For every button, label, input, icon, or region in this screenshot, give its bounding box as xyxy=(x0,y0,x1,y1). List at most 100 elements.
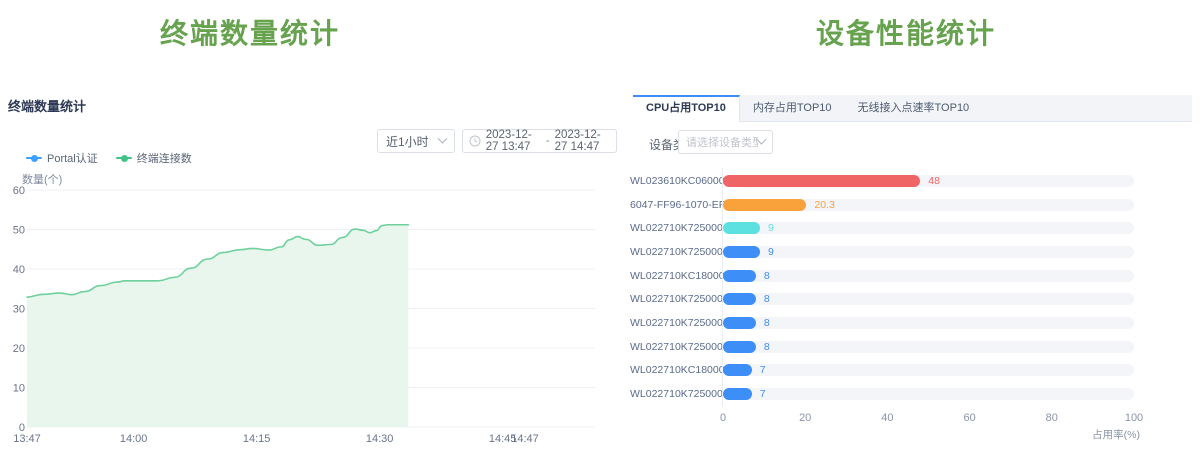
bar-track: 9 xyxy=(723,246,1134,258)
bar xyxy=(723,341,756,353)
terminal-stats-title: 终端数量统计 xyxy=(0,12,500,52)
bar-track: 7 xyxy=(723,388,1134,400)
bar-row: WL022710K725000307 8 xyxy=(630,311,1192,335)
terminal-card-title: 终端数量统计 xyxy=(8,96,86,115)
y-tick-label: 10 xyxy=(13,383,25,395)
bar-row: WL022710K725000369 8 xyxy=(630,335,1192,359)
bar xyxy=(723,364,752,376)
bar-track: 20.3 xyxy=(723,199,1134,211)
bar-row: WL022710K725000470 7 xyxy=(630,382,1192,406)
device-perf-title: 设备性能统计 xyxy=(632,12,1180,52)
x-tick-label: 100 xyxy=(1125,412,1143,424)
legend-item-Portal认证[interactable]: Portal认证 xyxy=(26,150,98,166)
bar-category-label: 6047-FF96-1070-EF0A xyxy=(630,199,718,211)
bar-value-label: 7 xyxy=(760,364,766,376)
x-axis-title: 占用率(%) xyxy=(1080,427,1140,442)
bar-track: 8 xyxy=(723,293,1134,305)
terminal-count-area-chart: 010203040506013:4714:0014:1514:3014:4514… xyxy=(0,180,600,456)
bar-chart-x-ticks: 0 20 40 60 80 100 xyxy=(630,412,1192,426)
chevron-down-icon xyxy=(757,134,767,144)
bar-category-label: WL022710K725000102 xyxy=(630,222,718,234)
bar-chart-axis-line xyxy=(722,168,723,407)
date-separator: - xyxy=(546,135,550,147)
cpu-top10-bar-chart: WL023610KC06000043 48 6047-FF96-1070-EF0A 2… xyxy=(630,169,1192,406)
bar xyxy=(723,388,752,400)
y-tick-label: 40 xyxy=(13,264,25,276)
date-range-picker[interactable]: 2023-12-27 13:47 - 2023-12-27 14:47 xyxy=(462,129,617,153)
legend-label: 终端连接数 xyxy=(137,150,192,166)
device-type-placeholder: 请选择设备类型 xyxy=(686,134,758,150)
x-tick-label: 14:47 xyxy=(511,433,539,445)
bar xyxy=(723,293,756,305)
chart-legend: Portal认证 终端连接数 xyxy=(26,150,192,166)
bar-value-label: 48 xyxy=(928,175,940,187)
legend-marker xyxy=(116,157,132,159)
bar-track: 8 xyxy=(723,270,1134,282)
bar-row: WL022710KC18000372 7 xyxy=(630,359,1192,383)
legend-item-终端连接数[interactable]: 终端连接数 xyxy=(116,150,192,166)
tab-CPU占用TOP10[interactable]: CPU占用TOP10 xyxy=(633,95,740,122)
bar-row: 6047-FF96-1070-EF0A 20.3 xyxy=(630,193,1192,217)
bar-track: 8 xyxy=(723,317,1134,329)
bar-track: 7 xyxy=(723,364,1134,376)
x-tick-label: 20 xyxy=(799,412,811,424)
performance-tabs: CPU占用TOP10内存占用TOP10无线接入点速率TOP10 xyxy=(633,95,1192,122)
bar-value-label: 20.3 xyxy=(814,199,834,211)
legend-dot-icon xyxy=(31,155,38,162)
bar-value-label: 8 xyxy=(764,270,770,282)
tab-内存占用TOP10[interactable]: 内存占用TOP10 xyxy=(740,95,845,122)
x-tick-label: 14:15 xyxy=(243,433,271,445)
y-tick-label: 20 xyxy=(13,343,25,355)
bar xyxy=(723,199,806,211)
chevron-down-icon xyxy=(437,133,447,143)
bar-track: 9 xyxy=(723,222,1134,234)
legend-dot-icon xyxy=(121,155,128,162)
bar xyxy=(723,317,756,329)
dashboard: 终端数量统计 终端数量统计 近1小时 2023-12-27 13:47 - 20… xyxy=(0,0,1200,456)
y-tick-label: 50 xyxy=(13,225,25,237)
date-start: 2023-12-27 13:47 xyxy=(486,129,541,153)
bar-category-label: WL023610KC06000043 xyxy=(630,175,718,187)
bar xyxy=(723,175,920,187)
bar-value-label: 8 xyxy=(764,293,770,305)
x-tick-label: 80 xyxy=(1046,412,1058,424)
bar-row: WL022710KC18000280 8 xyxy=(630,264,1192,288)
bar-row: WL023610KC06000043 48 xyxy=(630,169,1192,193)
bar-category-label: WL022710K725000307 xyxy=(630,317,718,329)
bar-category-label: WL022710KC18000372 xyxy=(630,364,718,376)
tab-无线接入点速率TOP10[interactable]: 无线接入点速率TOP10 xyxy=(845,95,983,122)
date-end: 2023-12-27 14:47 xyxy=(555,129,610,153)
bar-row: WL022710K725000409 9 xyxy=(630,240,1192,264)
bar-category-label: WL022710K725000470 xyxy=(630,388,718,400)
bar-category-label: WL022710K725000409 xyxy=(630,246,718,258)
bar xyxy=(723,222,760,234)
bar xyxy=(723,246,760,258)
bar-value-label: 8 xyxy=(764,317,770,329)
bar xyxy=(723,270,756,282)
x-tick-label: 40 xyxy=(881,412,893,424)
x-tick-label: 13:47 xyxy=(13,433,41,445)
x-tick-label: 14:30 xyxy=(366,433,394,445)
time-range-select[interactable]: 近1小时 xyxy=(377,129,455,153)
bar-value-label: 8 xyxy=(764,341,770,353)
bar-row: WL022710K725000272 8 xyxy=(630,287,1192,311)
bar-value-label: 9 xyxy=(768,222,774,234)
legend-label: Portal认证 xyxy=(47,150,98,166)
y-tick-label: 60 xyxy=(13,185,25,197)
bar-category-label: WL022710K725000369 xyxy=(630,341,718,353)
bar-category-label: WL022710KC18000280 xyxy=(630,270,718,282)
bar-track: 48 xyxy=(723,175,1134,187)
x-tick-label: 0 xyxy=(720,412,726,424)
y-tick-label: 30 xyxy=(13,304,25,316)
time-range-value: 近1小时 xyxy=(386,133,429,150)
clock-icon xyxy=(469,135,481,147)
bar-category-label: WL022710K725000272 xyxy=(630,293,718,305)
bar-value-label: 9 xyxy=(768,246,774,258)
x-tick-label: 14:00 xyxy=(120,433,148,445)
bar-value-label: 7 xyxy=(760,388,766,400)
bar-track: 8 xyxy=(723,341,1134,353)
device-type-select[interactable]: 请选择设备类型 xyxy=(678,130,773,154)
bar-row: WL022710K725000102 9 xyxy=(630,216,1192,240)
x-tick-label: 60 xyxy=(963,412,975,424)
legend-marker xyxy=(26,157,42,159)
